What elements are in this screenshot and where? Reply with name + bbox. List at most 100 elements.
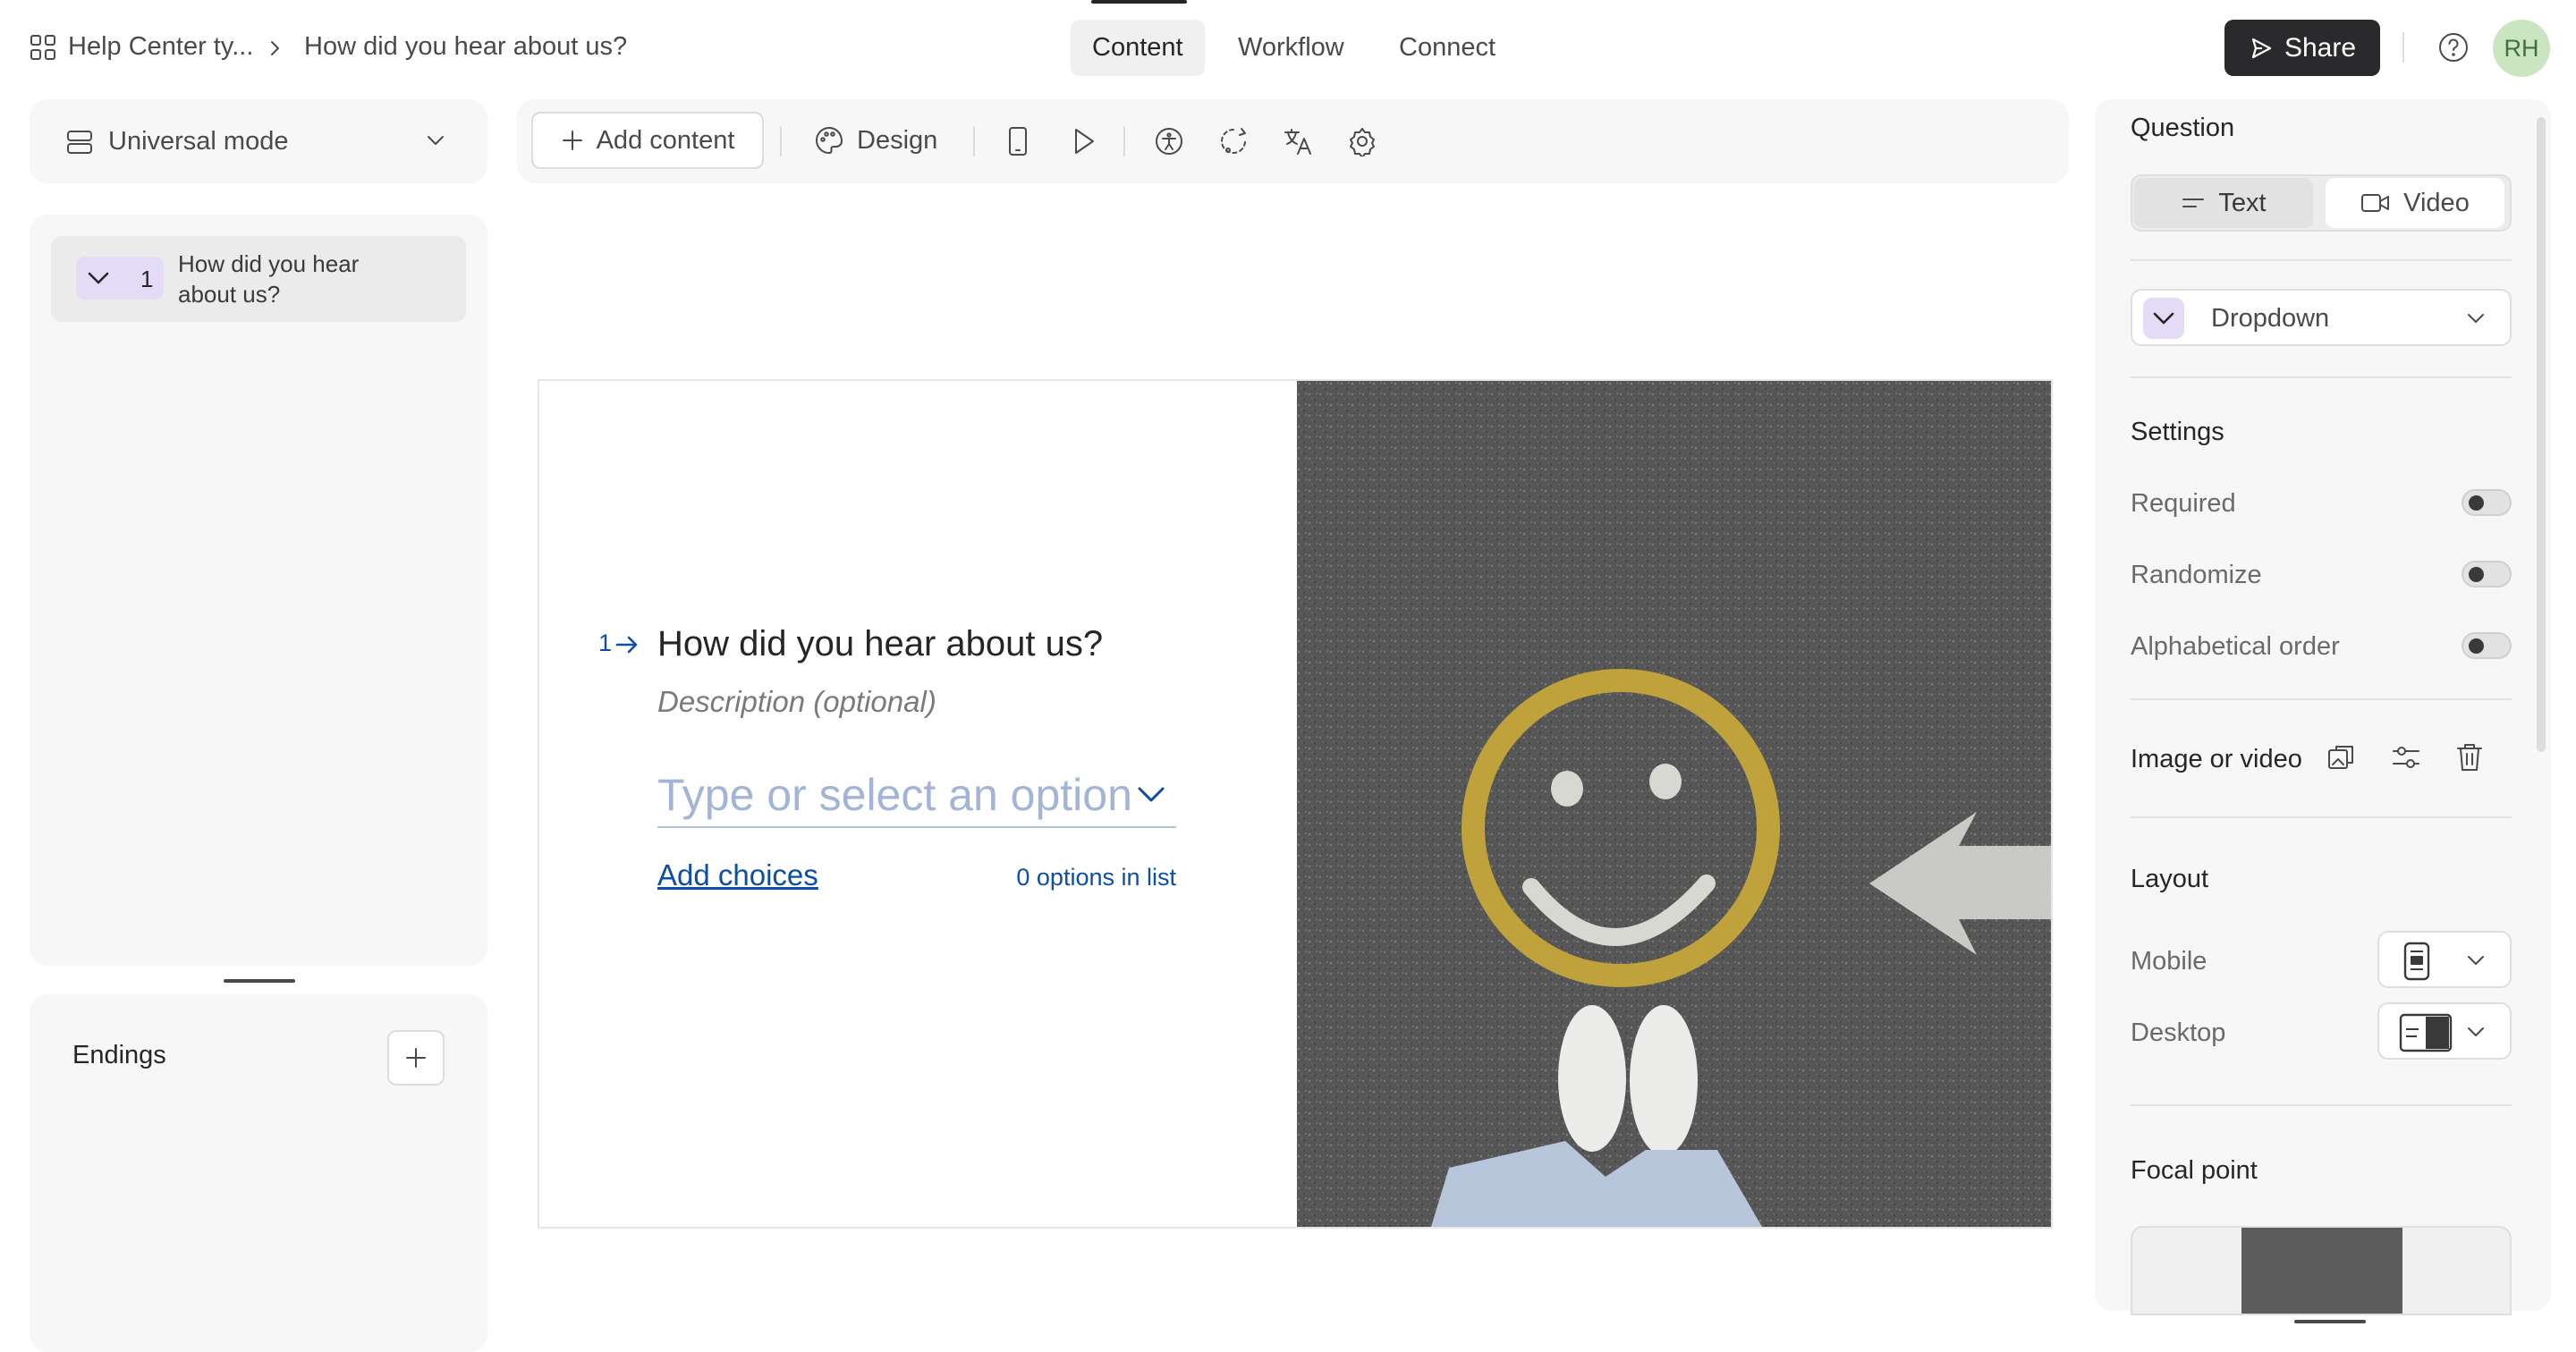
resize-handle[interactable]	[224, 979, 295, 983]
question-type-badge: 1	[76, 257, 164, 300]
question-number: 1	[598, 630, 613, 656]
question-type-label: Dropdown	[2211, 304, 2330, 333]
video-camera-icon	[2360, 192, 2391, 214]
layout-desktop-label: Desktop	[2131, 1018, 2226, 1047]
chevron-down-icon	[425, 131, 446, 149]
desktop-layout-select[interactable]	[2377, 1002, 2512, 1060]
add-content-label: Add content	[596, 125, 735, 155]
palette-icon	[814, 125, 844, 156]
question-list: 1 How did you hear about us?	[30, 215, 487, 966]
editor-toolbar: Add content Design	[517, 99, 2069, 183]
options-count: 0 options in list	[1016, 864, 1176, 891]
description-input[interactable]: Description (optional)	[657, 685, 936, 719]
chevron-down-icon	[1135, 783, 1167, 805]
divider	[2131, 259, 2512, 261]
breadcrumb-workspace[interactable]: Help Center ty...	[68, 32, 253, 62]
avatar[interactable]: RH	[2493, 20, 2550, 77]
design-label: Design	[857, 125, 938, 155]
question-list-item[interactable]: 1 How did you hear about us?	[51, 236, 466, 322]
add-content-button[interactable]: Add content	[531, 112, 764, 169]
focal-point-heading: Focal point	[2131, 1156, 2258, 1185]
desktop-layout-icon	[2399, 1013, 2453, 1052]
question-heading: Question	[2131, 114, 2235, 142]
required-toggle[interactable]	[2462, 489, 2512, 516]
active-tab-indicator	[1091, 0, 1187, 4]
randomize-toggle[interactable]	[2462, 561, 2512, 587]
question-title-input[interactable]: How did you hear about us?	[657, 624, 1103, 664]
chevron-right-icon	[268, 39, 281, 57]
divider	[2131, 376, 2512, 378]
chevron-down-icon	[2465, 1024, 2487, 1040]
mobile-layout-icon	[2402, 942, 2431, 981]
setting-randomize-label: Randomize	[2131, 561, 2262, 589]
divider	[780, 126, 782, 156]
divider	[2131, 1104, 2512, 1106]
share-button[interactable]: Share	[2224, 20, 2380, 76]
help-icon[interactable]	[2437, 31, 2470, 63]
apps-grid-icon[interactable]	[30, 34, 56, 61]
mode-label: Universal mode	[108, 127, 289, 156]
chevron-down-icon	[85, 269, 112, 287]
play-icon[interactable]	[1068, 126, 1098, 156]
dropdown-type-icon	[2143, 298, 2184, 339]
tab-workflow[interactable]: Workflow	[1216, 20, 1366, 76]
mobile-preview-icon[interactable]	[1005, 126, 1030, 156]
format-video-button[interactable]: Video	[2326, 178, 2504, 228]
divider	[2131, 698, 2512, 700]
share-label: Share	[2284, 32, 2357, 63]
divider	[973, 126, 975, 156]
divider	[2402, 32, 2404, 63]
breadcrumb-form[interactable]: How did you hear about us?	[304, 32, 627, 62]
tab-content[interactable]: Content	[1071, 20, 1205, 76]
plus-icon	[403, 1045, 428, 1070]
tab-connect[interactable]: Connect	[1377, 20, 1517, 76]
top-bar: Help Center ty... How did you hear about…	[0, 0, 2576, 93]
design-button[interactable]: Design	[814, 112, 937, 169]
endings-panel: Endings	[30, 994, 487, 1352]
format-video-label: Video	[2403, 188, 2470, 217]
mobile-layout-select[interactable]	[2377, 931, 2512, 988]
settings-heading: Settings	[2131, 418, 2224, 446]
dropdown-placeholder: Type or select an option	[657, 770, 1132, 820]
image-adjust-icon[interactable]	[2390, 741, 2422, 773]
chevron-down-icon	[2465, 310, 2487, 326]
alphabetical-order-toggle[interactable]	[2462, 632, 2512, 659]
arrow-right-icon	[614, 635, 640, 655]
question-number: 1	[140, 266, 154, 292]
replace-image-icon[interactable]	[2326, 741, 2358, 773]
question-type-select[interactable]: Dropdown	[2131, 289, 2512, 346]
text-lines-icon	[2181, 193, 2206, 213]
format-text-button[interactable]: Text	[2134, 178, 2313, 228]
divider	[1123, 126, 1125, 156]
add-choices-link[interactable]: Add choices	[657, 858, 818, 892]
question-title: How did you hear about us?	[178, 250, 360, 308]
mode-selector[interactable]: Universal mode	[30, 99, 487, 183]
plus-icon	[561, 129, 584, 152]
properties-panel: Question Text Video Dropdown Settings Re…	[2095, 99, 2551, 1315]
translate-icon[interactable]	[1283, 126, 1313, 156]
logic-icon[interactable]	[1218, 126, 1250, 156]
accessibility-icon[interactable]	[1154, 126, 1184, 156]
resize-handle[interactable]	[2294, 1320, 2366, 1323]
format-text-label: Text	[2218, 188, 2267, 217]
setting-required-label: Required	[2131, 489, 2236, 518]
send-icon	[2249, 36, 2274, 61]
question-format-toggle: Text Video	[2131, 174, 2512, 232]
endings-label: Endings	[72, 1041, 166, 1069]
divider	[2131, 816, 2512, 818]
image-or-video-label: Image or video	[2131, 745, 2302, 773]
trash-icon[interactable]	[2454, 741, 2485, 773]
chevron-down-icon	[2465, 952, 2487, 968]
focal-point-thumbnail	[2241, 1228, 2402, 1314]
add-ending-button[interactable]	[387, 1030, 445, 1086]
setting-alphabetical-label: Alphabetical order	[2131, 632, 2340, 661]
focal-point-picker[interactable]	[2131, 1226, 2512, 1315]
question-image[interactable]	[1297, 381, 2051, 1227]
question-preview-card: 1 How did you hear about us? Description…	[538, 379, 2053, 1229]
layout-mobile-label: Mobile	[2131, 947, 2207, 976]
layers-icon	[65, 128, 94, 156]
dropdown-field[interactable]: Type or select an option	[657, 760, 1176, 828]
settings-gear-icon[interactable]	[1347, 126, 1377, 156]
scrollbar[interactable]	[2537, 117, 2546, 752]
layout-heading: Layout	[2131, 865, 2209, 893]
